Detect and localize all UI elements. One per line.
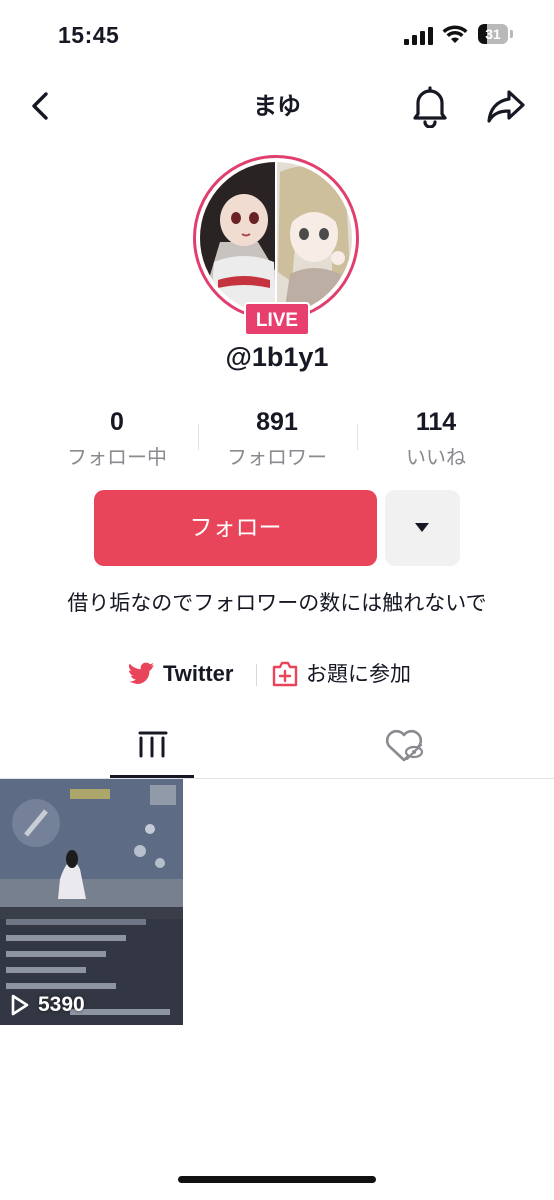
stat-likes[interactable]: 114 いいね <box>361 404 511 472</box>
follow-button[interactable]: フォロー <box>94 490 377 566</box>
stat-followers[interactable]: 891 フォロワー <box>202 404 352 472</box>
back-button[interactable] <box>24 88 58 124</box>
twitter-link[interactable]: Twitter <box>163 658 233 690</box>
tab-liked[interactable] <box>380 724 428 768</box>
status-bar: 15:45 31 <box>0 0 554 70</box>
avatar-image <box>200 162 352 314</box>
add-topic-icon <box>272 661 298 687</box>
video-preview-image <box>0 779 183 1025</box>
profile-bio: 借り垢なのでフォロワーの数には触れないで <box>67 591 487 615</box>
stat-label: フォロワー <box>227 445 327 469</box>
profile-links: Twitter お題に参加 <box>0 654 554 694</box>
play-icon <box>11 994 29 1016</box>
stat-value: 891 <box>256 408 298 436</box>
video-play-count: 5390 <box>10 991 85 1019</box>
stat-divider <box>357 424 358 450</box>
wifi-icon <box>442 25 468 43</box>
stat-value: 114 <box>415 408 457 436</box>
play-count-value: 5390 <box>38 993 85 1016</box>
avatar[interactable] <box>200 162 352 314</box>
hidden-liked-icon <box>385 729 424 762</box>
video-thumbnail[interactable]: 5390 <box>0 779 183 1025</box>
grid-icon <box>138 731 168 758</box>
share-icon[interactable] <box>485 86 527 126</box>
join-topic-link[interactable]: お題に参加 <box>306 658 411 690</box>
battery-level: 31 <box>485 26 501 42</box>
cellular-signal-icon <box>404 27 433 45</box>
tab-videos[interactable] <box>110 724 194 776</box>
stat-value: 0 <box>110 408 124 436</box>
stat-following[interactable]: 0 フォロー中 <box>42 404 192 472</box>
link-separator <box>256 664 257 686</box>
suggested-accounts-dropdown-button[interactable] <box>385 490 460 566</box>
stat-label: いいね <box>406 445 466 469</box>
stat-label: フォロー中 <box>67 445 167 469</box>
bell-icon[interactable] <box>410 84 450 128</box>
battery-icon: 31 <box>478 24 514 46</box>
stat-divider <box>198 424 199 450</box>
live-badge[interactable]: LIVE <box>244 302 310 336</box>
page-title: まゆ <box>253 92 301 120</box>
status-time: 15:45 <box>58 22 120 48</box>
username: @1b1y1 <box>225 342 329 372</box>
caret-down-icon <box>415 523 429 532</box>
twitter-icon <box>129 662 154 684</box>
home-indicator[interactable] <box>178 1176 376 1183</box>
